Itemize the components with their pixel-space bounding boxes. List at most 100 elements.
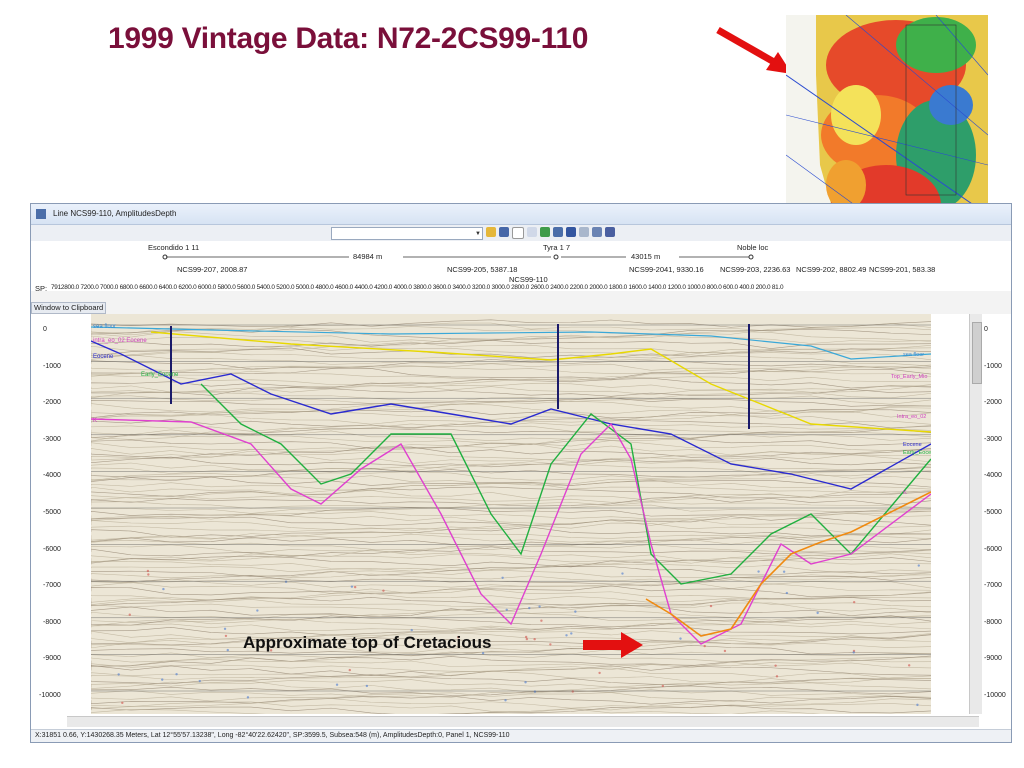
noise-dot [549,643,552,646]
horizon-label-left: K [93,418,97,424]
chevron-down-icon[interactable]: ▼ [475,231,481,237]
noise-dot [917,564,920,567]
noise-dot [679,637,682,640]
app-icon [36,209,46,219]
noise-dot [128,613,131,616]
noise-dot [782,570,786,573]
noise-dot [709,604,713,608]
crossing-line: NCS99-203, 2236.63 [720,265,791,274]
red-arrow-icon [716,26,792,74]
noise-dot [505,608,508,611]
grid-icon[interactable] [540,227,550,237]
depth-tick-label: -5000 [43,509,61,516]
noise-dot [117,673,120,676]
window-title: Line NCS99-110, AmplitudesDepth [53,209,177,218]
settings-icon[interactable] [592,227,602,237]
noise-dot [504,699,507,702]
noise-dot [571,690,574,693]
depth-tick-label: -8000 [43,618,61,626]
cretaceous-annotation: Approximate top of Cretacious [243,633,492,652]
layers-icon[interactable] [605,227,615,237]
seismic-viewer-window: Line NCS99-110, AmplitudesDepth ▼ Escond… [30,203,1012,743]
depth-tick-label: -2000 [43,399,61,407]
noise-dot [540,619,543,622]
noise-dot [223,627,227,631]
noise-dot [785,591,789,595]
crossing-line: NCS99-201, 583.38 [869,265,936,274]
depth-tick-label: -7000 [43,582,61,590]
noise-dot [524,681,527,684]
depth-tick-label: -1000 [43,362,61,370]
save-icon[interactable] [499,227,509,237]
depth-tick-label: -9000 [984,655,1002,663]
depth-tick-label: -5000 [984,509,1002,516]
scrollbar-thumb[interactable] [972,322,982,384]
depth-tick-label: -10000 [39,692,61,699]
vertical-scrollbar[interactable] [969,314,982,714]
noise-dot [162,587,165,591]
horizon-label-right: Intra_eo_02 [897,414,926,420]
noise-dot [284,580,288,583]
depth-tick-label: -4000 [984,472,1002,480]
seismic-plot-frame: 0 -1000 -2000 -3000 -4000 -5000 -6000 -7000 -800… [31,314,1011,729]
noise-dot [161,678,164,681]
zoom-icon[interactable] [566,227,576,237]
noise-dot [852,651,855,654]
noise-dot [621,572,624,575]
noise-dot [852,600,856,604]
depth-tick-label: -1000 [984,362,1002,370]
noise-dot [353,585,357,589]
noise-dot [757,570,760,573]
depth-tick-label: -2000 [984,399,1002,407]
depth-tick-label: -8000 [984,618,1002,626]
horizon-label-right: Eocene [903,442,922,448]
noise-dot [147,573,150,576]
horizon-label-right: Early_Eocene [903,450,931,456]
depth-tick-label: -9000 [43,655,61,663]
depth-tick-label: -6000 [43,545,61,553]
noise-dot [365,684,369,688]
noise-dot [501,576,504,580]
horizon-label-right: Top_Early_Mio [891,374,927,380]
horizon-label-right: sea floor [903,352,924,358]
zoom-out-icon[interactable] [579,227,589,237]
distance-2: 43015 m [631,252,661,261]
sp-values: 7912800.0 7200.0 7000.0 6800.0 6600.0 64… [51,284,784,291]
noise-dot [121,701,124,705]
depth-tick-label: -7000 [984,582,1002,590]
noise-dot [382,589,385,592]
noise-dot [598,671,601,675]
seismic-section[interactable]: sea floor intra_eo_02 Eocene Eocene Early_E… [91,314,931,714]
open-folder-icon[interactable] [486,227,496,237]
noise-dot [525,637,529,641]
crossing-line: NCS99-202, 8802.49 [796,265,867,274]
horizontal-scrollbar[interactable] [67,716,979,727]
noise-dot [916,703,919,707]
noise-dot [198,679,201,683]
window-to-clipboard-button[interactable]: Window to Clipboard [31,302,107,314]
noise-dot [246,696,250,699]
noise-dot [226,648,229,652]
noise-dot [574,610,577,613]
noise-dot [224,634,228,638]
annotation-arrow-icon [583,632,643,658]
crossing-line: NCS99-110 [509,275,548,284]
chart-icon[interactable] [553,227,563,237]
noise-dot [570,632,573,635]
horizon-label-left: intra_eo_02 Eocene [93,338,147,344]
noise-dot [774,664,777,667]
noise-dot [335,683,339,686]
status-bar: X:31851 0.66, Y:1430268.35 Meters, Lat 1… [31,729,1011,742]
noise-dot [661,684,665,688]
slide-title: 1999 Vintage Data: N72-2CS99-110 [108,22,589,55]
noise-dot [565,634,568,637]
noise-dot [524,635,528,639]
noise-dot [146,569,150,573]
noise-dot [775,675,779,678]
pointer-icon[interactable] [512,227,524,239]
horizon-label-left: Early_Eocene [141,372,179,378]
depth-tick-label: -4000 [43,472,61,480]
depth-tick-label: -3000 [984,435,1002,443]
arrow-icon[interactable] [527,227,537,237]
line-select-combo[interactable]: ▼ [331,227,483,240]
